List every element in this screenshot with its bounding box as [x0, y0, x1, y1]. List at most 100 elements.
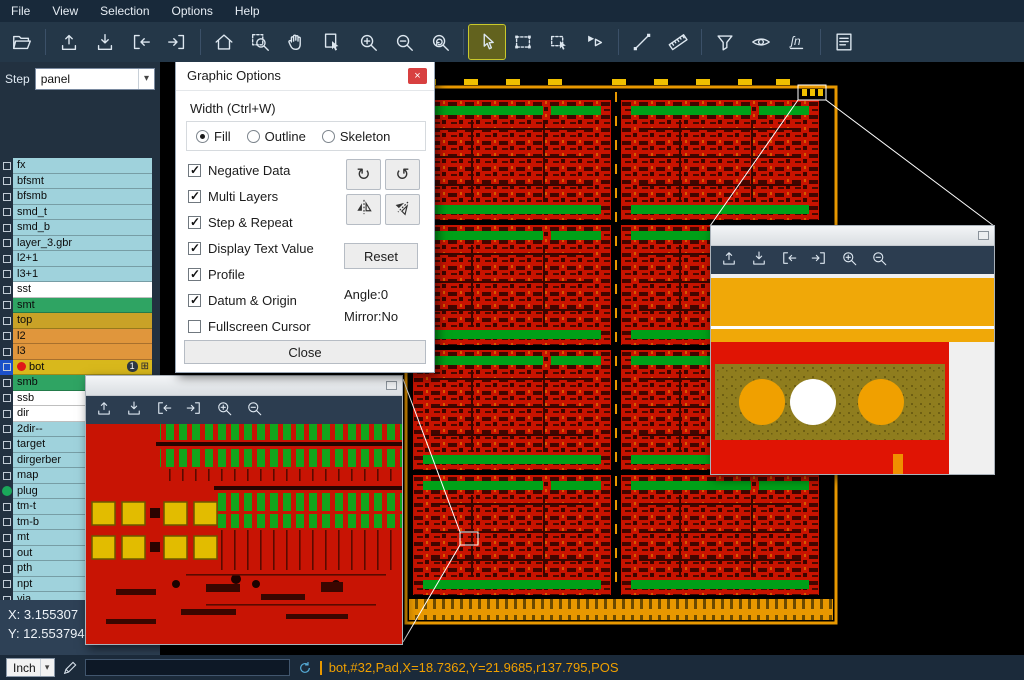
rotate-ccw-button[interactable]: ↺: [385, 159, 420, 190]
zoom-window-button[interactable]: [242, 25, 278, 59]
layer-visibility-checkbox[interactable]: [0, 158, 13, 174]
layer-visibility-checkbox[interactable]: [0, 546, 13, 562]
checkbox-datum-origin[interactable]: Datum & Origin: [188, 287, 314, 313]
filter-button[interactable]: [707, 25, 743, 59]
arrow-in-left-button[interactable]: [775, 248, 802, 272]
zoom-in-button[interactable]: [350, 25, 386, 59]
mirror-diagonal-button[interactable]: [385, 194, 420, 225]
layer-row-bfsmb[interactable]: bfsmb: [0, 189, 160, 205]
window-restore-icon[interactable]: [386, 381, 397, 390]
rotate-cw-button[interactable]: ↻: [346, 159, 381, 190]
zoom-view-1[interactable]: [86, 424, 402, 644]
select-cursor-button[interactable]: [469, 25, 505, 59]
zoom-out-button[interactable]: [865, 248, 892, 272]
layer-row-smt[interactable]: smt: [0, 298, 160, 314]
reset-button[interactable]: Reset: [344, 243, 418, 269]
unit-select[interactable]: Inch ▾: [6, 658, 55, 677]
layer-visibility-checkbox[interactable]: [0, 484, 13, 500]
arrow-out-right-button[interactable]: [180, 398, 207, 422]
layer-name-cell[interactable]: sst: [13, 282, 152, 298]
layer-name-cell[interactable]: l3: [13, 344, 152, 360]
layer-row-fx[interactable]: fx: [0, 158, 160, 174]
layer-visibility-checkbox[interactable]: [0, 360, 13, 376]
radio-skeleton[interactable]: Skeleton: [322, 129, 391, 144]
ruler-button[interactable]: [660, 25, 696, 59]
layer-name-cell[interactable]: fx: [13, 158, 152, 174]
layer-visibility-checkbox[interactable]: [0, 453, 13, 469]
layer-name-cell[interactable]: smd_b: [13, 220, 152, 236]
mirror-horizontal-button[interactable]: [346, 194, 381, 225]
menu-selection[interactable]: Selection: [89, 0, 160, 22]
menu-view[interactable]: View: [41, 0, 89, 22]
command-input[interactable]: [85, 659, 290, 676]
layer-name-cell[interactable]: bot1⊞: [13, 360, 152, 376]
layer-visibility-checkbox[interactable]: [0, 561, 13, 577]
radio-outline[interactable]: Outline: [247, 129, 306, 144]
close-icon[interactable]: ×: [408, 68, 427, 84]
layer-visibility-checkbox[interactable]: [0, 313, 13, 329]
annotate-icon[interactable]: [62, 660, 78, 676]
checkbox-step-repeat[interactable]: Step & Repeat: [188, 209, 314, 235]
layer-visibility-checkbox[interactable]: [0, 391, 13, 407]
layer-visibility-checkbox[interactable]: [0, 468, 13, 484]
checkbox-negative-data[interactable]: Negative Data: [188, 157, 314, 183]
view-options-button[interactable]: [743, 25, 779, 59]
layer-visibility-checkbox[interactable]: [0, 344, 13, 360]
tray-down-button[interactable]: [120, 398, 147, 422]
marquee-select-button[interactable]: [505, 25, 541, 59]
layer-visibility-checkbox[interactable]: [0, 515, 13, 531]
layer-row-smd_b[interactable]: smd_b: [0, 220, 160, 236]
dialog-titlebar[interactable]: Graphic Options ×: [176, 61, 434, 91]
checkbox-display-text-value[interactable]: Display Text Value: [188, 235, 314, 261]
layer-row-bot[interactable]: bot1⊞: [0, 360, 160, 376]
checkbox-multi-layers[interactable]: Multi Layers: [188, 183, 314, 209]
step-select[interactable]: panel ▾: [35, 68, 155, 90]
layer-row-l3[interactable]: l3: [0, 344, 160, 360]
layer-visibility-checkbox[interactable]: [0, 251, 13, 267]
layer-row-l2[interactable]: l2: [0, 329, 160, 345]
zoom-previous-button[interactable]: [422, 25, 458, 59]
layer-name-cell[interactable]: top: [13, 313, 152, 329]
layer-visibility-checkbox[interactable]: [0, 530, 13, 546]
home-view-button[interactable]: [206, 25, 242, 59]
checkbox-fullscreen-cursor[interactable]: Fullscreen Cursor: [188, 313, 314, 339]
layer-visibility-checkbox[interactable]: [0, 267, 13, 283]
popup-titlebar[interactable]: [711, 226, 994, 246]
layer-compare-button[interactable]: [577, 25, 613, 59]
arrow-out-right-button[interactable]: [805, 248, 832, 272]
layer-visibility-checkbox[interactable]: [0, 437, 13, 453]
measure-line-button[interactable]: [624, 25, 660, 59]
open-button[interactable]: [4, 25, 40, 59]
layer-row-l3+1[interactable]: l3+1: [0, 267, 160, 283]
refresh-icon[interactable]: [297, 660, 313, 676]
pattern-search-button[interactable]: ʃn: [779, 25, 815, 59]
layer-visibility-checkbox[interactable]: [0, 205, 13, 221]
layer-row-top[interactable]: top: [0, 313, 160, 329]
transform-select-button[interactable]: [541, 25, 577, 59]
layer-visibility-checkbox[interactable]: [0, 189, 13, 205]
tray-up-button[interactable]: [715, 248, 742, 272]
import-left-button[interactable]: [123, 25, 159, 59]
layer-row-smd_t[interactable]: smd_t: [0, 205, 160, 221]
layer-visibility-checkbox[interactable]: [0, 422, 13, 438]
layer-visibility-checkbox[interactable]: [0, 220, 13, 236]
zoom-in-button[interactable]: [210, 398, 237, 422]
layer-visibility-checkbox[interactable]: [0, 577, 13, 593]
layer-name-cell[interactable]: l3+1: [13, 267, 152, 283]
layer-visibility-checkbox[interactable]: [0, 329, 13, 345]
layer-row-l2+1[interactable]: l2+1: [0, 251, 160, 267]
layer-row-bfsmt[interactable]: bfsmt: [0, 174, 160, 190]
popup-titlebar[interactable]: [86, 376, 402, 396]
radio-fill[interactable]: Fill: [196, 129, 231, 144]
close-button[interactable]: Close: [184, 340, 426, 364]
layer-name-cell[interactable]: bfsmb: [13, 189, 152, 205]
import-down-button[interactable]: [87, 25, 123, 59]
layer-name-cell[interactable]: l2: [13, 329, 152, 345]
menu-file[interactable]: File: [0, 0, 41, 22]
menu-help[interactable]: Help: [224, 0, 271, 22]
layer-visibility-checkbox[interactable]: [0, 499, 13, 515]
export-right-button[interactable]: [159, 25, 195, 59]
arrow-in-left-button[interactable]: [150, 398, 177, 422]
zoom-out-button[interactable]: [240, 398, 267, 422]
checkbox-profile[interactable]: Profile: [188, 261, 314, 287]
